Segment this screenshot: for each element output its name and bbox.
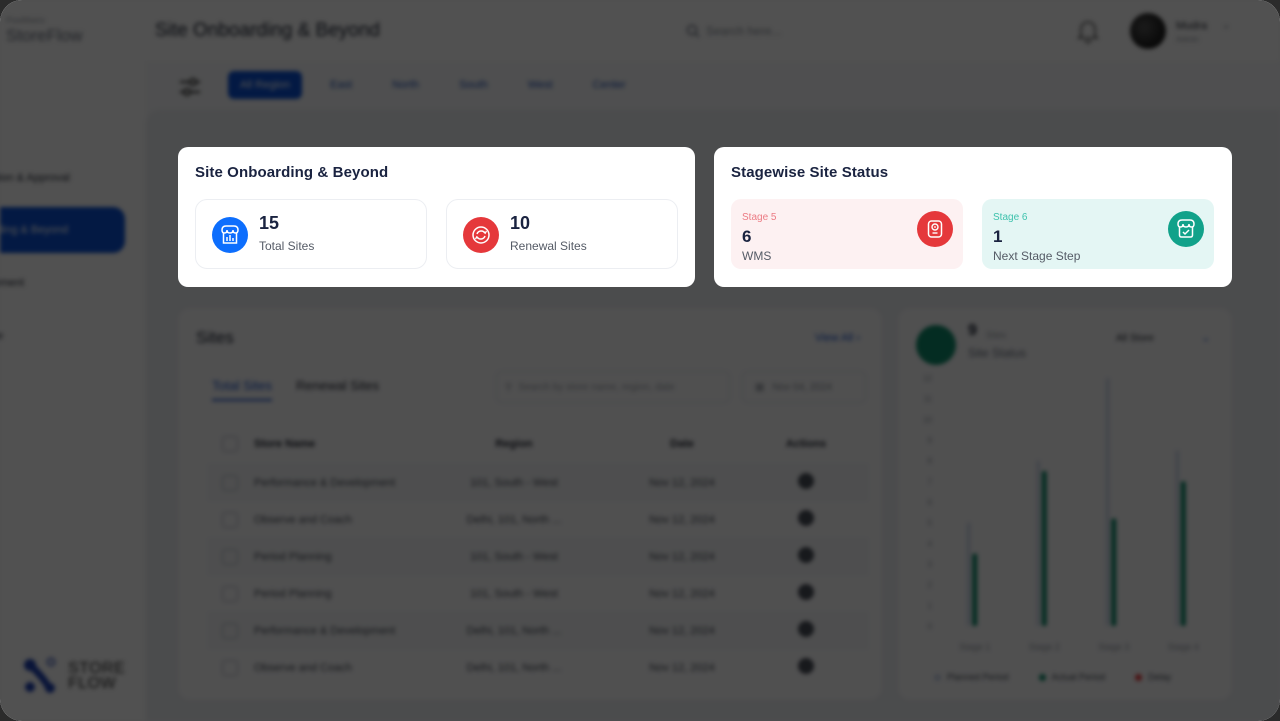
total-sites-stat[interactable]: 15 Total Sites	[195, 199, 427, 269]
renew-icon	[463, 217, 499, 253]
renewal-sites-stat[interactable]: 10 Renewal Sites	[446, 199, 678, 269]
stagewise-status-card: Stagewise Site Status Stage 5 6 WMS Stag…	[714, 147, 1232, 287]
card-title: Site Onboarding & Beyond	[195, 164, 389, 181]
stage-name: WMS	[742, 249, 772, 263]
stage-6-tile[interactable]: Stage 6 1 Next Stage Step	[982, 199, 1214, 269]
renewal-sites-value: 10	[510, 213, 531, 233]
stage-5-tile[interactable]: Stage 5 6 WMS	[731, 199, 963, 269]
stage-label: Stage 5	[742, 212, 777, 223]
total-sites-value: 15	[259, 213, 280, 233]
onboarding-summary-card: Site Onboarding & Beyond 15 Total Sites …	[178, 147, 695, 287]
total-sites-label: Total Sites	[259, 239, 315, 253]
stage-label: Stage 6	[993, 212, 1028, 223]
modal-overlay	[0, 0, 1280, 721]
card-title: Stagewise Site Status	[731, 164, 889, 181]
store-icon	[212, 217, 248, 253]
store-check-icon	[1168, 211, 1204, 247]
stage-value: 1	[993, 227, 1003, 246]
stage-name: Next Stage Step	[993, 249, 1081, 263]
renewal-sites-label: Renewal Sites	[510, 239, 587, 253]
stage-value: 6	[742, 227, 752, 246]
device-icon	[917, 211, 953, 247]
app-window: PixelMatrix StoreFlow Location & Approva…	[0, 0, 1280, 721]
